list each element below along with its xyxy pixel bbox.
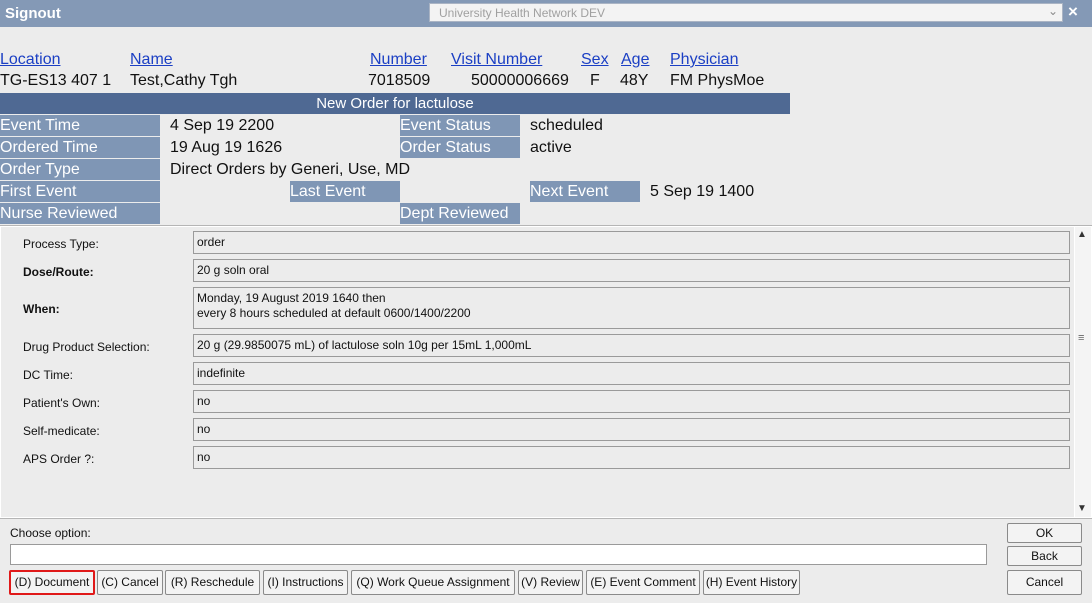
header-sex-link[interactable]: Sex [581, 51, 609, 69]
patients-own-label: Patient's Own: [23, 396, 100, 410]
patient-location: TG-ES13 407 1 [0, 72, 112, 89]
self-medicate-field[interactable]: no [193, 418, 1070, 441]
nurse-reviewed-label: Nurse Reviewed [0, 203, 160, 224]
patient-visit-number: 50000006669 [471, 72, 569, 89]
dept-reviewed-label: Dept Reviewed [400, 203, 520, 224]
ordered-time-label: Ordered Time [0, 137, 160, 158]
title-bar: Signout University Health Network DEV ⌄ … [0, 0, 1092, 27]
dc-time-field[interactable]: indefinite [193, 362, 1070, 385]
event-time-value: 4 Sep 19 2200 [170, 117, 275, 134]
when-line-2: every 8 hours scheduled at default 0600/… [197, 306, 471, 320]
header-physician-link[interactable]: Physician [670, 51, 738, 69]
aps-order-field[interactable]: no [193, 446, 1070, 469]
last-event-label: Last Event [290, 181, 400, 202]
patient-name: Test,Cathy Tgh [130, 72, 238, 89]
close-icon[interactable]: × [1068, 2, 1078, 22]
dc-time-label: DC Time: [23, 368, 74, 382]
order-banner: New Order for lactulose [0, 93, 790, 114]
order-details-panel: Process Type: order Dose/Route: 20 g sol… [0, 225, 1092, 519]
choose-option-label: Choose option: [10, 526, 91, 540]
patient-physician: FM PhysMoe [670, 72, 765, 89]
next-event-value: 5 Sep 19 1400 [650, 183, 755, 200]
header-number-link[interactable]: Number [370, 51, 427, 69]
instructions-button[interactable]: (I) Instructions [263, 570, 348, 595]
network-dropdown[interactable]: University Health Network DEV ⌄ [429, 3, 1063, 22]
drug-product-label: Drug Product Selection: [23, 340, 150, 354]
when-line-1: Monday, 19 August 2019 1640 then [197, 291, 386, 305]
first-event-label: First Event [0, 181, 160, 202]
drug-product-field[interactable]: 20 g (29.9850075 mL) of lactulose soln 1… [193, 334, 1070, 357]
window-title: Signout [5, 5, 61, 22]
network-dropdown-value: University Health Network DEV [439, 6, 606, 20]
patient-number: 7018509 [368, 72, 431, 89]
header-name-link[interactable]: Name [130, 51, 173, 69]
next-event-label: Next Event [530, 181, 640, 202]
event-status-value: scheduled [530, 117, 603, 134]
order-details-content: Process Type: order Dose/Route: 20 g sol… [1, 227, 1074, 517]
chevron-down-icon: ⌄ [1047, 4, 1058, 18]
event-status-label: Event Status [400, 115, 520, 136]
reschedule-button[interactable]: (R) Reschedule [165, 570, 260, 595]
order-status-value: active [530, 139, 572, 156]
dose-route-field[interactable]: 20 g soln oral [193, 259, 1070, 282]
scroll-grip-icon[interactable]: ≡ [1078, 333, 1084, 344]
event-time-label: Event Time [0, 115, 160, 136]
order-status-label: Order Status [400, 137, 520, 158]
scroll-down-icon[interactable]: ▼ [1077, 503, 1087, 514]
back-button[interactable]: Back [1007, 546, 1082, 566]
event-history-button[interactable]: (H) Event History [703, 570, 800, 595]
header-location-link[interactable]: Location [0, 51, 61, 69]
ordered-time-value: 19 Aug 19 1626 [170, 139, 283, 156]
patients-own-field[interactable]: no [193, 390, 1070, 413]
process-type-label: Process Type: [23, 237, 99, 251]
when-field[interactable]: Monday, 19 August 2019 1640 then every 8… [193, 287, 1070, 329]
process-type-field[interactable]: order [193, 231, 1070, 254]
when-label: When: [23, 302, 60, 316]
cancel-button[interactable]: Cancel [1007, 570, 1082, 595]
choose-option-input[interactable] [10, 544, 987, 565]
dose-route-label: Dose/Route: [23, 265, 94, 279]
cancel-order-button[interactable]: (C) Cancel [97, 570, 163, 595]
header-visit-number-link[interactable]: Visit Number [451, 51, 542, 69]
event-comment-button[interactable]: (E) Event Comment [586, 570, 700, 595]
patient-age: 48Y [620, 72, 649, 89]
aps-order-label: APS Order ?: [23, 452, 95, 466]
scroll-up-icon[interactable]: ▲ [1077, 229, 1087, 240]
ok-button[interactable]: OK [1007, 523, 1082, 543]
header-age-link[interactable]: Age [621, 51, 649, 69]
order-type-value: Direct Orders by Generi, Use, MD [170, 161, 411, 178]
details-scrollbar[interactable]: ▲ ≡ ▼ [1075, 227, 1091, 517]
review-button[interactable]: (V) Review [518, 570, 583, 595]
work-queue-assignment-button[interactable]: (Q) Work Queue Assignment [351, 570, 515, 595]
self-medicate-label: Self-medicate: [23, 424, 100, 438]
order-type-label: Order Type [0, 159, 160, 180]
patient-sex: F [590, 72, 600, 89]
document-button[interactable]: (D) Document [9, 570, 95, 595]
